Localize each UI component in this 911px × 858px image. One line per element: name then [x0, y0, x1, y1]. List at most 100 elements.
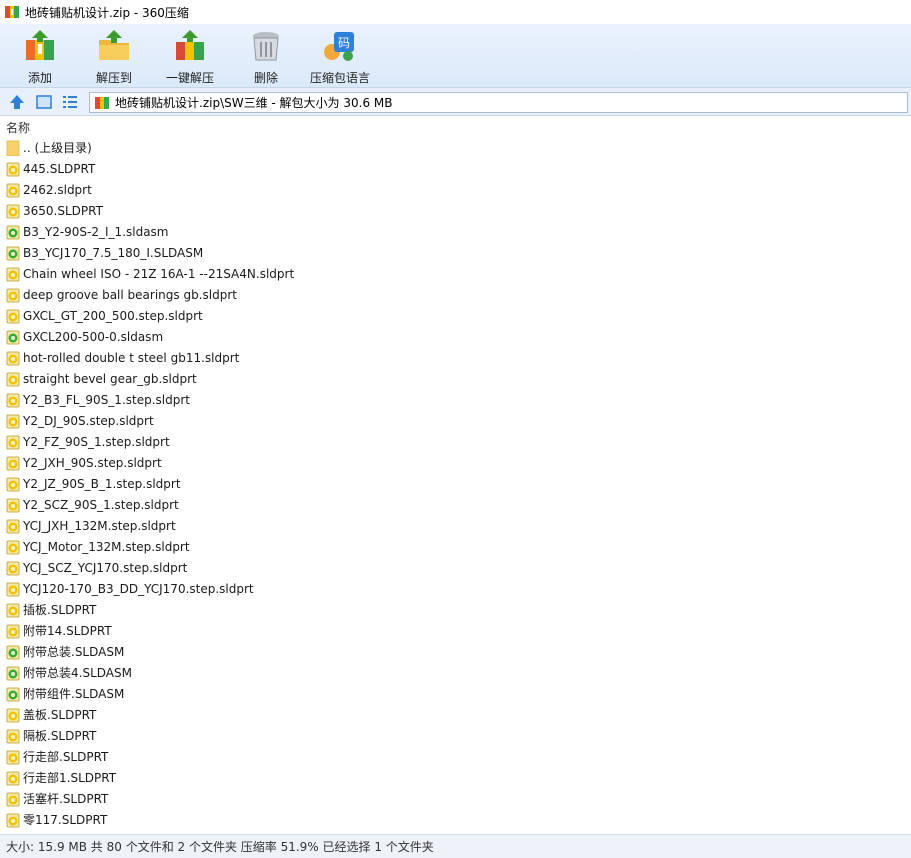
file-row[interactable]: Y2_FZ_90S_1.step.sldprt [0, 431, 911, 452]
solidworks-part-icon [6, 750, 20, 764]
solidworks-part-icon [6, 456, 20, 470]
window-title: 地砖铺贴机设计.zip - 360压缩 [25, 5, 189, 20]
solidworks-part-icon [6, 624, 20, 638]
file-row[interactable]: GXCL_GT_200_500.step.sldprt [0, 305, 911, 326]
solidworks-assembly-icon [6, 666, 20, 680]
thumbnail-view-icon[interactable] [35, 93, 53, 111]
solidworks-part-icon [6, 309, 20, 323]
file-name: Y2_DJ_90S.step.sldprt [23, 413, 154, 428]
file-row[interactable]: Y2_SCZ_90S_1.step.sldprt [0, 494, 911, 515]
parent-directory-row[interactable]: .. (上级目录) [0, 137, 911, 158]
file-row[interactable]: 附带总装4.SLDASM [0, 662, 911, 683]
file-row[interactable]: straight bevel gear_gb.sldprt [0, 368, 911, 389]
file-name: 附带总装.SLDASM [23, 645, 125, 659]
parent-directory-label: .. (上级目录) [23, 141, 92, 155]
file-row[interactable]: hot-rolled double t steel gb11.sldprt [0, 347, 911, 368]
list-view-icon[interactable] [61, 93, 79, 111]
solidworks-part-icon [6, 582, 20, 596]
file-name: hot-rolled double t steel gb11.sldprt [23, 350, 240, 365]
file-name: YCJ_SCZ_YCJ170.step.sldprt [23, 560, 188, 575]
extract-to-button-label: 解压到 [96, 71, 133, 85]
solidworks-part-icon [6, 351, 20, 365]
solidworks-part-icon [6, 288, 20, 302]
up-arrow-icon[interactable] [8, 93, 26, 111]
file-name: GXCL_GT_200_500.step.sldprt [23, 308, 203, 323]
solidworks-part-icon [6, 372, 20, 386]
file-name: 445.SLDPRT [23, 161, 96, 176]
file-name: B3_Y2-90S-2_I_1.sldasm [23, 224, 169, 239]
file-name: GXCL200-500-0.sldasm [23, 329, 164, 344]
extract-to-button[interactable]: 解压到 [96, 28, 132, 86]
file-row[interactable]: Chain wheel ISO - 21Z 16A-1 --21SA4N.sld… [0, 263, 911, 284]
file-name: 行走部.SLDPRT [23, 750, 109, 764]
zip-archive-icon [95, 96, 109, 109]
file-row[interactable]: 3650.SLDPRT [0, 200, 911, 221]
file-name: Y2_JXH_90S.step.sldprt [23, 455, 162, 470]
one-click-extract-icon [176, 30, 204, 60]
file-name: YCJ_JXH_132M.step.sldprt [23, 518, 176, 533]
solidworks-assembly-icon [6, 225, 20, 239]
solidworks-part-icon [6, 414, 20, 428]
file-name: 零117.SLDPRT [23, 813, 108, 827]
one-click-extract-button[interactable]: 一键解压 [166, 28, 214, 86]
column-header[interactable]: 名称 [0, 117, 911, 137]
file-name: Y2_JZ_90S_B_1.step.sldprt [23, 476, 181, 491]
file-row[interactable]: Y2_JXH_90S.step.sldprt [0, 452, 911, 473]
solidworks-part-icon [6, 204, 20, 218]
file-row[interactable]: 行走部.SLDPRT [0, 746, 911, 767]
file-row[interactable]: 445.SLDPRT [0, 158, 911, 179]
file-row[interactable]: GXCL200-500-0.sldasm [0, 326, 911, 347]
one-click-extract-button-label: 一键解压 [166, 71, 215, 85]
file-name: 隔板.SLDPRT [23, 729, 97, 743]
file-row[interactable]: 盖板.SLDPRT [0, 704, 911, 725]
toolbar: 添加 解压到 一键解压 删除 码 压缩包语言 [0, 24, 911, 88]
solidworks-part-icon [6, 519, 20, 533]
add-archive-icon [26, 30, 54, 60]
solidworks-part-icon [6, 162, 20, 176]
file-row[interactable]: deep groove ball bearings gb.sldprt [0, 284, 911, 305]
file-row[interactable]: 2462.sldprt [0, 179, 911, 200]
file-row[interactable]: YCJ_JXH_132M.step.sldprt [0, 515, 911, 536]
file-row[interactable]: B3_YCJ170_7.5_180_I.SLDASM [0, 242, 911, 263]
file-name: 活塞杆.SLDPRT [23, 792, 109, 806]
address-field[interactable]: 地砖铺贴机设计.zip\SW三维 - 解包大小为 30.6 MB [89, 92, 908, 113]
file-row[interactable]: 零117.SLDPRT [0, 809, 911, 830]
status-text: 大小: 15.9 MB 共 80 个文件和 2 个文件夹 压缩率 51.9% 已… [6, 840, 434, 854]
file-row[interactable]: YCJ_SCZ_YCJ170.step.sldprt [0, 557, 911, 578]
solidworks-part-icon [6, 561, 20, 575]
file-row[interactable]: 行走部1.SLDPRT [0, 767, 911, 788]
file-row[interactable]: Y2_B3_FL_90S_1.step.sldprt [0, 389, 911, 410]
solidworks-part-icon [6, 729, 20, 743]
delete-button[interactable]: 删除 [248, 28, 284, 86]
trash-can-icon [253, 32, 279, 61]
file-name: 盖板.SLDPRT [23, 708, 97, 722]
solidworks-part-icon [6, 183, 20, 197]
file-name: Y2_SCZ_90S_1.step.sldprt [23, 497, 179, 512]
file-row[interactable]: YCJ120-170_B3_DD_YCJ170.step.sldprt [0, 578, 911, 599]
archive-language-button[interactable]: 码 压缩包语言 [310, 28, 370, 86]
file-name: 插板.SLDPRT [23, 603, 97, 617]
file-name: deep groove ball bearings gb.sldprt [23, 287, 237, 302]
encoding-icon-badge: 码 [338, 36, 350, 50]
solidworks-assembly-icon [6, 330, 20, 344]
file-name: 2462.sldprt [23, 182, 92, 197]
archive-language-button-label: 压缩包语言 [310, 71, 371, 85]
solidworks-part-icon [6, 498, 20, 512]
file-row[interactable]: Y2_DJ_90S.step.sldprt [0, 410, 911, 431]
file-row[interactable]: Y2_JZ_90S_B_1.step.sldprt [0, 473, 911, 494]
file-row[interactable]: 插板.SLDPRT [0, 599, 911, 620]
file-row[interactable]: YCJ_Motor_132M.step.sldprt [0, 536, 911, 557]
file-name: YCJ_Motor_132M.step.sldprt [23, 539, 190, 554]
file-row[interactable]: 隔板.SLDPRT [0, 725, 911, 746]
add-button[interactable]: 添加 [22, 28, 58, 86]
folder-icon [6, 140, 20, 156]
file-row[interactable]: B3_Y2-90S-2_I_1.sldasm [0, 221, 911, 242]
file-row[interactable]: 附带组件.SLDASM [0, 683, 911, 704]
file-list: .. (上级目录) 445.SLDPRT 2462.sldprt 3650.SLDP… [0, 137, 911, 832]
file-row[interactable]: 附带14.SLDPRT [0, 620, 911, 641]
file-row[interactable]: 附带总装.SLDASM [0, 641, 911, 662]
solidworks-assembly-icon [6, 246, 20, 260]
file-row[interactable]: 活塞杆.SLDPRT [0, 788, 911, 809]
file-name: 附带组件.SLDASM [23, 687, 125, 701]
column-name-header[interactable]: 名称 [6, 119, 30, 136]
